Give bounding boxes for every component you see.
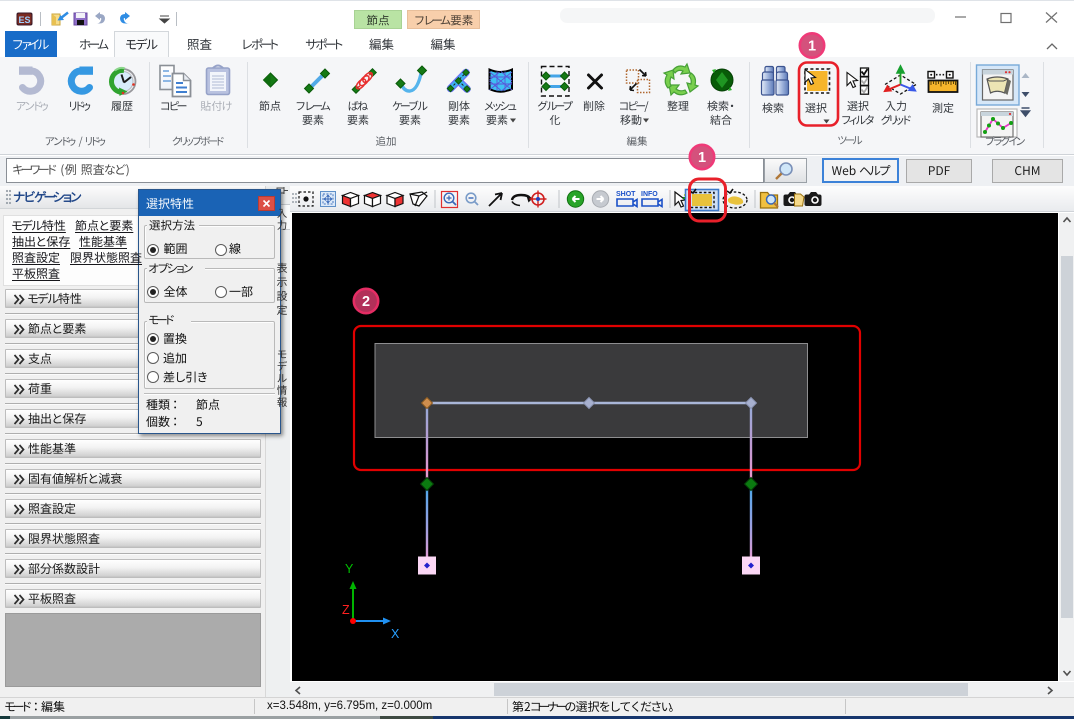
- svg-text:1: 1: [808, 39, 816, 55]
- svg-text:2: 2: [362, 294, 370, 310]
- svg-text:1: 1: [698, 150, 706, 166]
